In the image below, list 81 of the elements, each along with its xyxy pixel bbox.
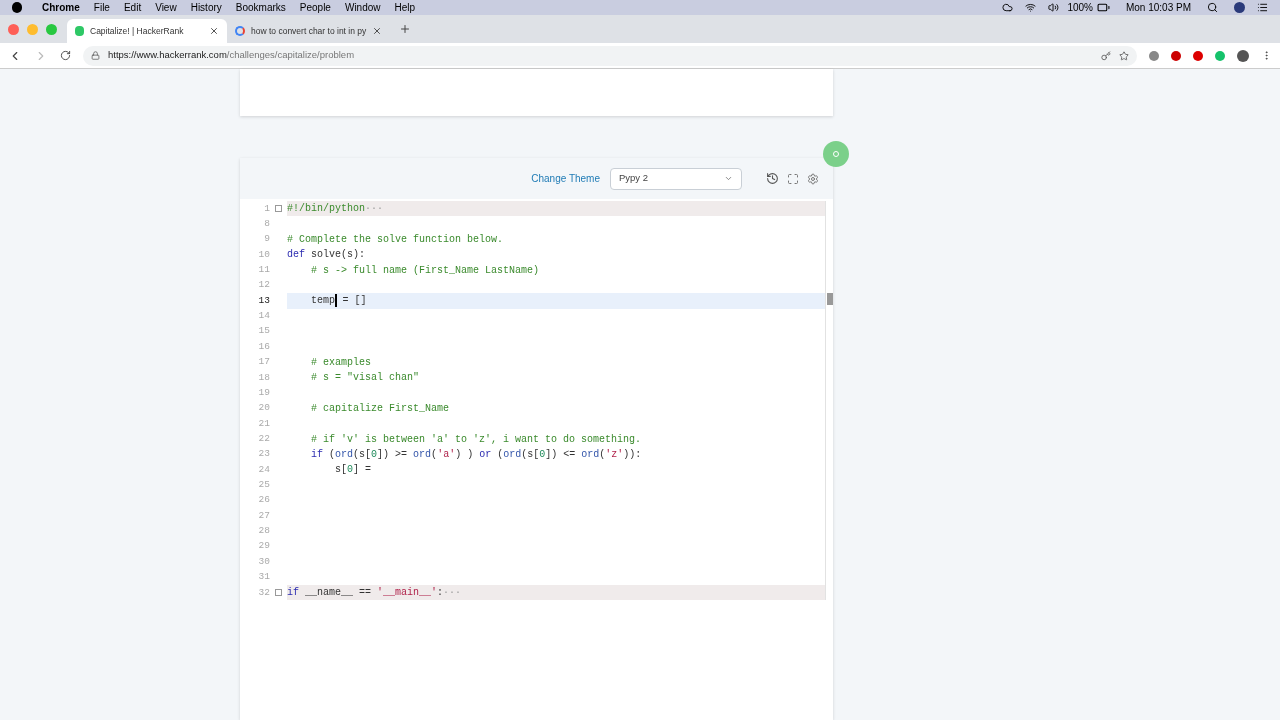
menu-item[interactable]: People [299, 0, 331, 15]
battery-icon[interactable] [1096, 1, 1110, 14]
menu-item[interactable]: Chrome [42, 0, 80, 15]
close-icon[interactable] [209, 26, 219, 36]
line-number: 11 [257, 263, 270, 277]
menu-item[interactable]: View [155, 0, 177, 15]
menu-item[interactable]: Edit [123, 0, 142, 15]
line-number: 13 [257, 293, 270, 308]
line-number: 16 [257, 339, 270, 354]
new-tab-icon[interactable] [399, 23, 411, 35]
scrollbar[interactable] [825, 201, 833, 601]
extension-icon[interactable] [1171, 50, 1181, 61]
extension-icon[interactable] [1193, 50, 1203, 61]
line-number: 1 [263, 201, 270, 216]
line-number: 23 [257, 447, 270, 462]
line-number: 29 [257, 539, 270, 554]
google-logo-icon [235, 26, 245, 36]
avatar-icon[interactable] [1237, 49, 1249, 62]
reload-icon[interactable] [60, 50, 71, 61]
line-number: 20 [257, 401, 270, 416]
url-text: https://www.hackerrank.com/challenges/capitalize/problem [108, 48, 355, 63]
hackerrank-logo-icon [75, 26, 84, 36]
line-number: 12 [257, 278, 270, 293]
line-number: 21 [257, 416, 270, 431]
line-number: 22 [257, 431, 270, 446]
line-number: 26 [257, 493, 270, 508]
code-line: # if 'v' is between 'a' to 'z', i want to do something. [310, 432, 643, 447]
line-number: 17 [257, 355, 270, 370]
language-dropdown[interactable]: Pypy 2 [610, 167, 742, 190]
menu-item[interactable]: File [93, 0, 110, 15]
line-number: 27 [257, 508, 270, 523]
code-line: s[0] = [334, 463, 373, 478]
battery-percent: 100% [1067, 1, 1093, 15]
code-line: # Complete the solve function below. [287, 232, 505, 247]
menu-item[interactable]: Help [394, 0, 416, 15]
lock-icon [91, 51, 100, 60]
menu-item[interactable]: Window [344, 0, 381, 15]
browser-tab[interactable]: how to convert char to int in py [227, 19, 387, 43]
tab-title: Capitalize! | HackerRank [90, 24, 185, 38]
close-icon[interactable] [372, 26, 383, 36]
settings-icon[interactable] [807, 172, 819, 185]
code-line: # examples [310, 355, 372, 370]
cloud-icon[interactable] [1002, 2, 1014, 13]
fullscreen-icon[interactable] [787, 172, 799, 185]
menu-item[interactable]: History [190, 0, 222, 15]
change-theme-link[interactable]: Change Theme [531, 171, 600, 186]
code-line: # s -> full name (First_Name LastName) [310, 263, 541, 278]
code-line: # capitalize First_Name [310, 401, 451, 416]
line-number: 9 [263, 232, 270, 247]
caret-icon [724, 174, 733, 183]
line-number: 28 [257, 524, 270, 539]
code-line: def solve(s): [287, 248, 367, 263]
wifi-icon[interactable] [1025, 2, 1037, 13]
expand-icon[interactable] [275, 205, 282, 213]
line-number: 18 [257, 370, 270, 385]
tab-title: how to convert char to int in py [251, 24, 367, 38]
expand-icon[interactable] [275, 589, 282, 597]
volume-icon[interactable] [1048, 2, 1060, 13]
browser-tab[interactable]: Capitalize! | HackerRank [67, 19, 227, 43]
history-icon[interactable] [766, 172, 779, 185]
extension-icon[interactable] [1149, 50, 1159, 61]
menu-item[interactable]: Bookmarks [235, 0, 286, 15]
line-number: 15 [257, 324, 270, 339]
address-field[interactable]: https://www.hackerrank.com/challenges/capitalize/problem [83, 45, 1137, 66]
line-number: 10 [257, 247, 270, 262]
code-line: # s = "visal chan" [310, 371, 421, 386]
line-number: 30 [257, 554, 270, 569]
line-number: 14 [257, 309, 270, 324]
avatar-icon[interactable] [1234, 2, 1245, 13]
bookmark-star-icon[interactable] [1119, 50, 1129, 61]
code-line: if (ord(s[0]) >= ord('a') ) or (ord(s[0]) <= ord('z')): [310, 447, 643, 462]
clock[interactable]: Mon 10:03 PM [1125, 0, 1191, 15]
line-number: 32 [257, 585, 270, 600]
line-number: 25 [257, 478, 270, 492]
line-number: 19 [257, 385, 270, 400]
line-number: 8 [263, 216, 270, 231]
line-number: 31 [257, 570, 270, 585]
list-icon[interactable] [1257, 2, 1268, 13]
line-number: 24 [257, 462, 270, 477]
search-icon[interactable] [1207, 2, 1218, 13]
key-icon[interactable] [1101, 50, 1111, 61]
